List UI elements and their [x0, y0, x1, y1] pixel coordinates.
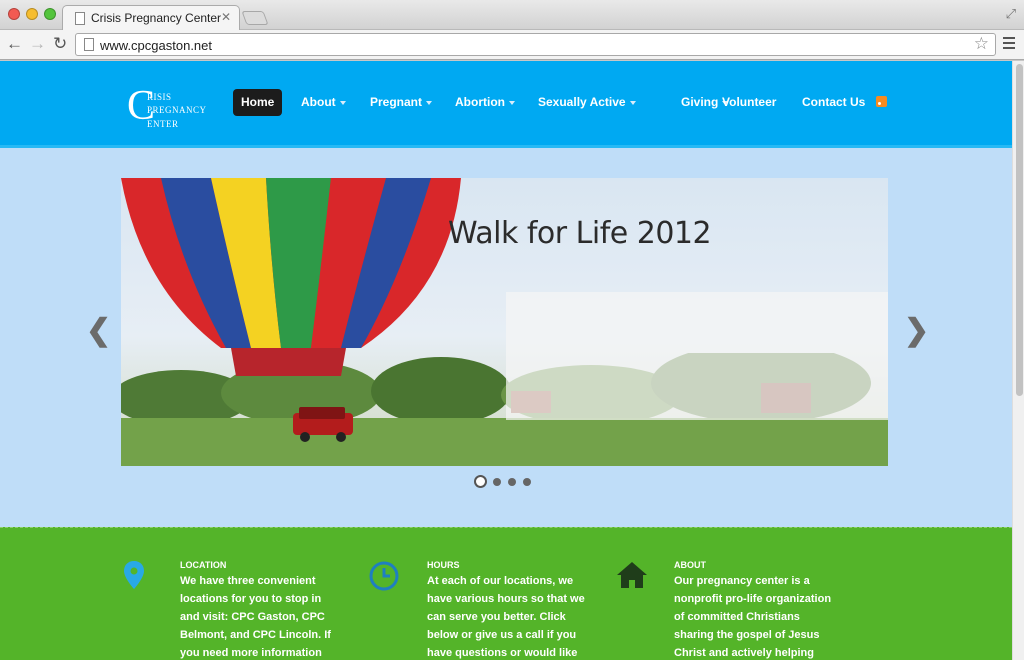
web-page: C RISIS PREGNANCY ENTER Home About Pregn…	[0, 61, 1012, 660]
hours-heading: HOURS	[427, 560, 460, 570]
url-text: www.cpcgaston.net	[100, 38, 213, 53]
page-favicon-icon	[75, 12, 85, 25]
page-icon	[84, 38, 94, 51]
about-heading: ABOUT	[674, 560, 706, 570]
chevron-down-icon	[509, 100, 515, 105]
nav-item-contact-us[interactable]: Contact Us	[802, 89, 865, 116]
forward-icon[interactable]: →	[29, 34, 46, 54]
slider-prev-button[interactable]: ❮	[86, 313, 111, 348]
chevron-down-icon	[339, 100, 346, 105]
nav-item-abortion[interactable]: Abortion	[455, 89, 515, 116]
scrollbar-thumb[interactable]	[1016, 64, 1023, 396]
tab-title: Crisis Pregnancy Center	[91, 11, 222, 25]
slider-dot-4[interactable]	[523, 478, 531, 486]
browser-menu-icon[interactable]	[1003, 37, 1015, 49]
minimize-window-button[interactable]	[26, 8, 38, 20]
nav-label: Abortion	[455, 95, 505, 109]
red-suv-image	[293, 407, 353, 442]
slider-next-button[interactable]: ❯	[904, 313, 929, 348]
fullscreen-icon[interactable]: ⤢	[1006, 6, 1016, 22]
page-scrollbar[interactable]	[1012, 61, 1024, 660]
logo-line-3: ENTER	[147, 119, 179, 129]
nav-label: Giving	[681, 95, 719, 109]
browser-toolbar: ← → ↻ www.cpcgaston.net ☆	[0, 30, 1024, 60]
slide-caption: Walk for Life 2012	[448, 216, 712, 251]
close-window-button[interactable]	[8, 8, 20, 20]
nav-item-about[interactable]: About	[301, 89, 346, 116]
browser-tab[interactable]: Crisis Pregnancy Center ✕	[62, 5, 240, 31]
browser-titlebar: Crisis Pregnancy Center ✕ ⤢	[0, 0, 1024, 31]
slide-photo-grass	[121, 418, 888, 466]
site-header: C RISIS PREGNANCY ENTER Home About Pregn…	[0, 61, 1012, 148]
location-block: LOCATION We have three convenient locati…	[180, 560, 340, 660]
slider-dot-3[interactable]	[508, 478, 516, 486]
address-bar[interactable]: www.cpcgaston.net ☆	[75, 33, 996, 56]
back-icon[interactable]: ←	[6, 34, 23, 54]
slide-caption-panel	[506, 292, 888, 420]
logo-line-1: RISIS	[147, 92, 172, 102]
nav-label: Sexually Active	[538, 95, 626, 109]
hours-block: HOURS At each of our locations, we have …	[427, 560, 587, 660]
nav-item-sexually-active[interactable]: Sexually Active	[538, 89, 636, 116]
nav-item-volunteer[interactable]: Volunteer	[722, 89, 776, 116]
nav-label: Contact Us	[802, 95, 866, 109]
close-tab-icon[interactable]: ✕	[221, 10, 231, 24]
nav-label: About	[301, 95, 336, 109]
site-logo[interactable]: C RISIS PREGNANCY ENTER	[127, 84, 217, 132]
nav-label: Home	[241, 95, 275, 109]
home-icon	[617, 562, 647, 588]
about-text: Our pregnancy center is a nonprofit pro-…	[674, 575, 832, 659]
about-block: ABOUT Our pregnancy center is a nonprofi…	[674, 560, 834, 660]
clock-icon	[369, 561, 399, 591]
nav-label: Pregnant	[370, 95, 423, 109]
location-heading: LOCATION	[180, 560, 227, 570]
slider-dot-2[interactable]	[493, 478, 501, 486]
info-band: LOCATION We have three convenient locati…	[0, 527, 1012, 660]
hot-air-balloon-image	[121, 178, 461, 376]
chevron-down-icon	[426, 100, 433, 105]
nav-item-home[interactable]: Home	[233, 89, 283, 116]
logo-line-2: PREGNANCY	[147, 105, 207, 115]
zoom-window-button[interactable]	[44, 8, 56, 20]
slider-dot-1[interactable]	[474, 475, 487, 488]
rss-icon[interactable]	[876, 96, 887, 107]
reload-icon[interactable]: ↻	[53, 34, 67, 54]
hours-text: At each of our locations, we have variou…	[427, 575, 585, 659]
chevron-down-icon	[629, 100, 636, 105]
location-text: We have three convenient locations for y…	[180, 575, 331, 659]
bookmark-star-icon[interactable]: ☆	[974, 34, 989, 54]
new-tab-button[interactable]	[241, 11, 269, 25]
nav-label: Volunteer	[722, 95, 777, 109]
map-pin-icon	[124, 561, 144, 589]
nav-item-pregnant[interactable]: Pregnant	[370, 89, 433, 116]
